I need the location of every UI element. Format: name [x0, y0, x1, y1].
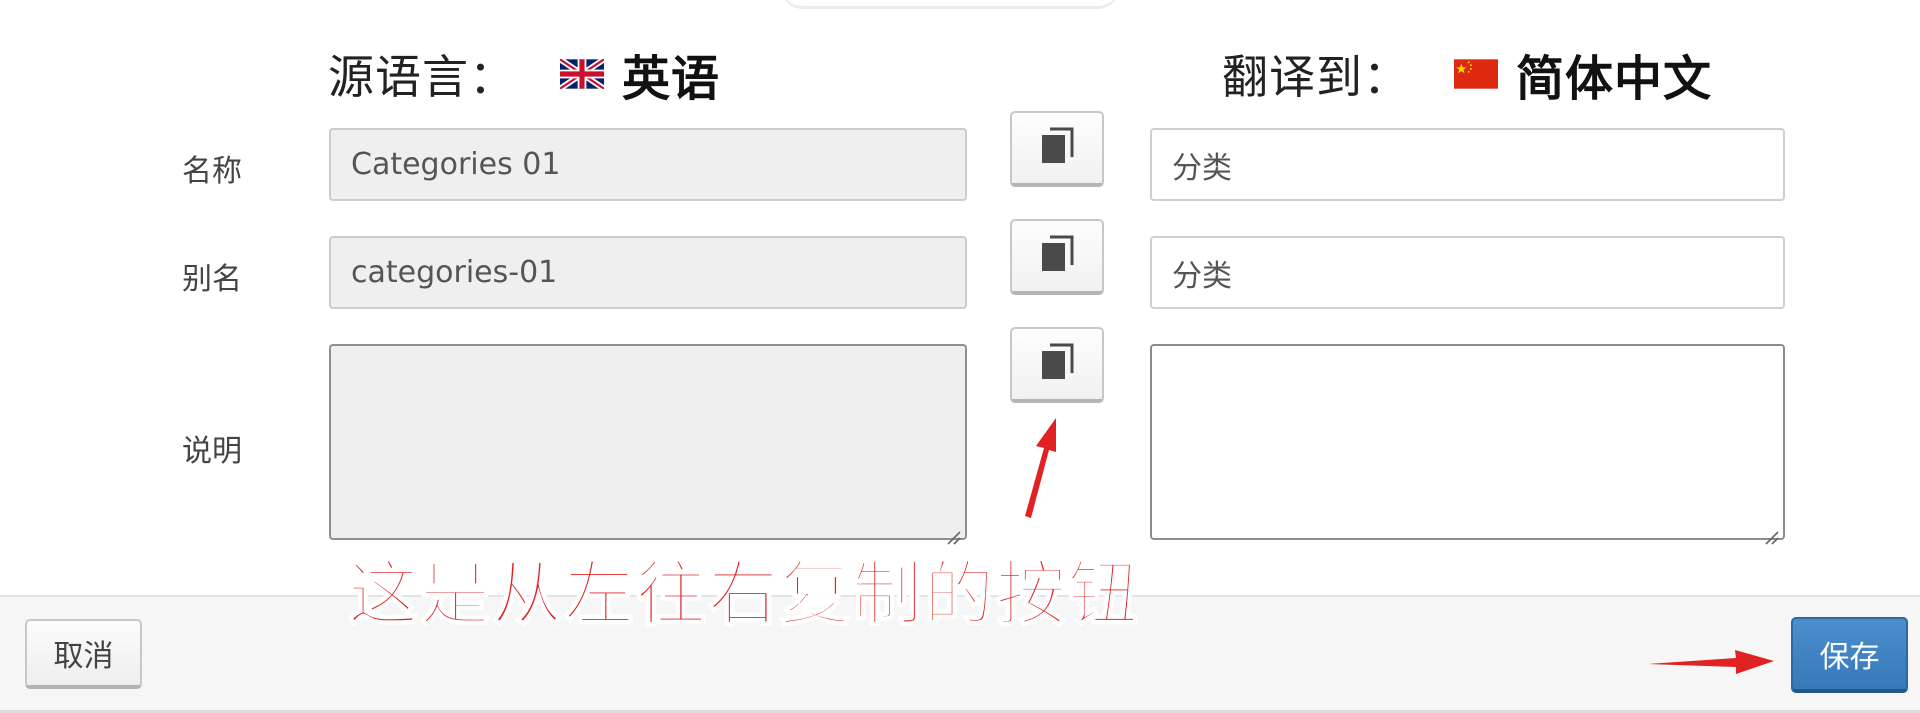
save-button[interactable]: 保存 — [1791, 617, 1908, 693]
copy-description-button[interactable] — [1010, 327, 1104, 403]
copy-icon — [1040, 235, 1074, 277]
target-language-name: 简体中文 — [1516, 51, 1713, 107]
target-name-value: 分类 — [1172, 150, 1232, 186]
slug-row-label: 别名 — [182, 262, 242, 297]
source-language-header: 源语言： 英语 — [328, 44, 720, 107]
target-language-label: 翻译到： — [1222, 50, 1410, 104]
source-slug-field[interactable]: categories-01 — [329, 236, 967, 309]
uk-flag-icon — [558, 56, 606, 92]
annotation-text: 这是从左往右复制的按钮 — [347, 552, 1140, 636]
source-name-field[interactable]: Categories 01 — [329, 128, 967, 201]
copy-icon — [1040, 343, 1074, 385]
translation-dialog: 源语言： 英语 翻译到： 简体中文 名称 Categories 01 分类 别名… — [0, 0, 1920, 713]
source-language-name: 英语 — [622, 51, 721, 107]
decorative-arc — [780, 0, 1120, 9]
description-row-label: 说明 — [182, 434, 242, 469]
source-description-textarea[interactable] — [329, 344, 967, 545]
resize-grip-icon[interactable] — [945, 518, 961, 545]
source-language-label: 源语言： — [328, 50, 516, 104]
name-row-label: 名称 — [182, 154, 242, 189]
cancel-button[interactable]: 取消 — [25, 619, 142, 689]
target-description-textarea[interactable] — [1150, 344, 1785, 545]
copy-icon — [1040, 127, 1074, 169]
copy-slug-button[interactable] — [1010, 219, 1104, 295]
china-flag-icon — [1454, 59, 1498, 89]
annotation-arrow-up — [1025, 418, 1056, 518]
source-name-value: Categories 01 — [351, 147, 561, 182]
target-slug-field[interactable]: 分类 — [1150, 236, 1785, 309]
target-language-header: 翻译到： 简体中文 — [1222, 44, 1712, 107]
target-slug-value: 分类 — [1172, 258, 1232, 294]
copy-name-button[interactable] — [1010, 111, 1104, 187]
source-slug-value: categories-01 — [351, 255, 558, 290]
resize-grip-icon[interactable] — [1763, 518, 1779, 545]
target-name-field[interactable]: 分类 — [1150, 128, 1785, 201]
